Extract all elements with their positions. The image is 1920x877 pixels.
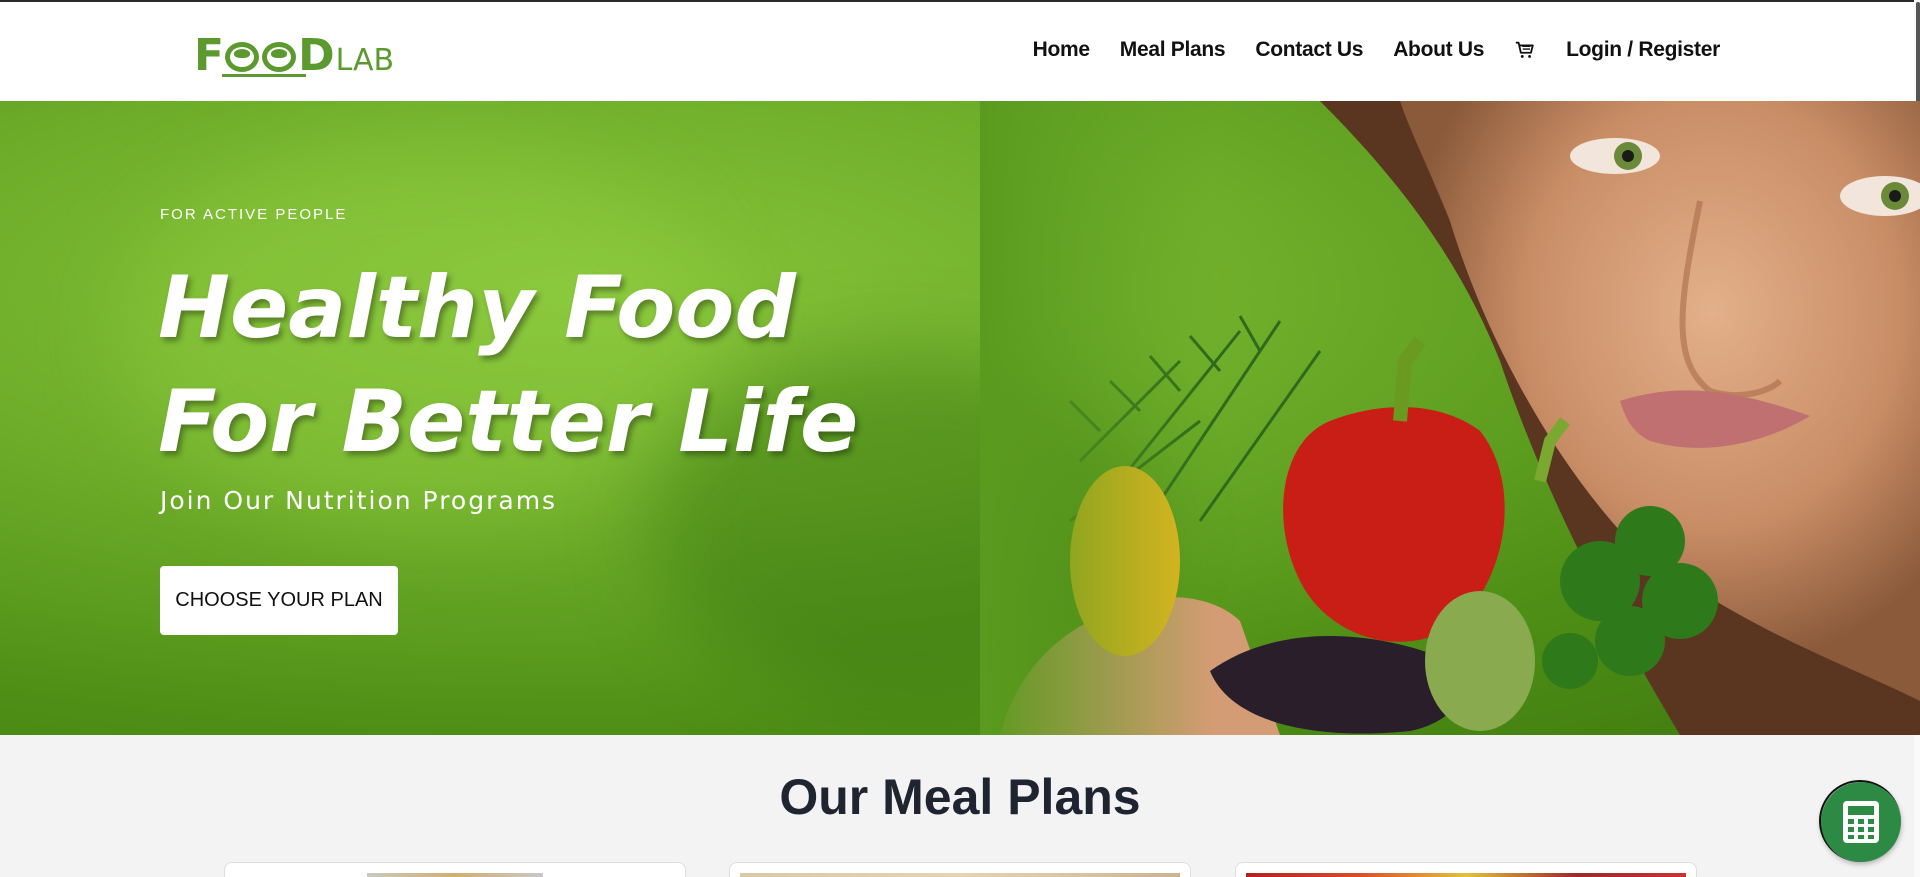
woman-with-vegetables-image (980, 101, 1920, 735)
meal-plans-section-title: Our Meal Plans (779, 769, 1141, 825)
meal-plan-image (235, 873, 675, 877)
choose-your-plan-button[interactable]: CHOOSE YOUR PLAN (160, 566, 398, 635)
meal-plan-image (740, 873, 1180, 877)
calculator-button[interactable] (1819, 780, 1901, 862)
logo-leaf-icons (225, 42, 297, 72)
meal-plan-card[interactable] (1235, 862, 1697, 877)
logo-lab-text: LAB (335, 43, 395, 78)
site-header: F D LAB Home Meal Plans Contact Us About… (0, 2, 1920, 101)
meal-plan-card[interactable] (224, 862, 686, 877)
logo-underline (222, 74, 306, 77)
hero-headline-line-2: For Better Life (158, 372, 859, 472)
hero-subheadline: Join Our Nutrition Programs (160, 486, 558, 515)
logo-letter-d: D (298, 30, 335, 81)
hero-headline: Healthy Food For Better Life (158, 251, 858, 479)
logo-letter-f: F (194, 30, 224, 81)
main-nav: Home Meal Plans Contact Us About Us Logi… (1033, 38, 1721, 62)
hero-banner: FOR ACTIVE PEOPLE Healthy Food For Bette… (0, 101, 1920, 735)
nav-home[interactable]: Home (1033, 38, 1090, 62)
nav-meal-plans[interactable]: Meal Plans (1120, 38, 1226, 62)
foodlab-logo[interactable]: F D LAB (194, 28, 394, 78)
nav-about-us[interactable]: About Us (1393, 38, 1484, 62)
nav-login-register[interactable]: Login / Register (1566, 38, 1720, 62)
meal-plan-image (1246, 873, 1686, 877)
nav-contact-us[interactable]: Contact Us (1255, 38, 1363, 62)
meal-plan-card[interactable] (729, 862, 1191, 877)
hero-headline-line-1: Healthy Food (158, 258, 796, 358)
hero-eyebrow: FOR ACTIVE PEOPLE (160, 206, 348, 223)
cart-icon[interactable] (1514, 39, 1536, 61)
calculator-icon (1843, 801, 1879, 843)
